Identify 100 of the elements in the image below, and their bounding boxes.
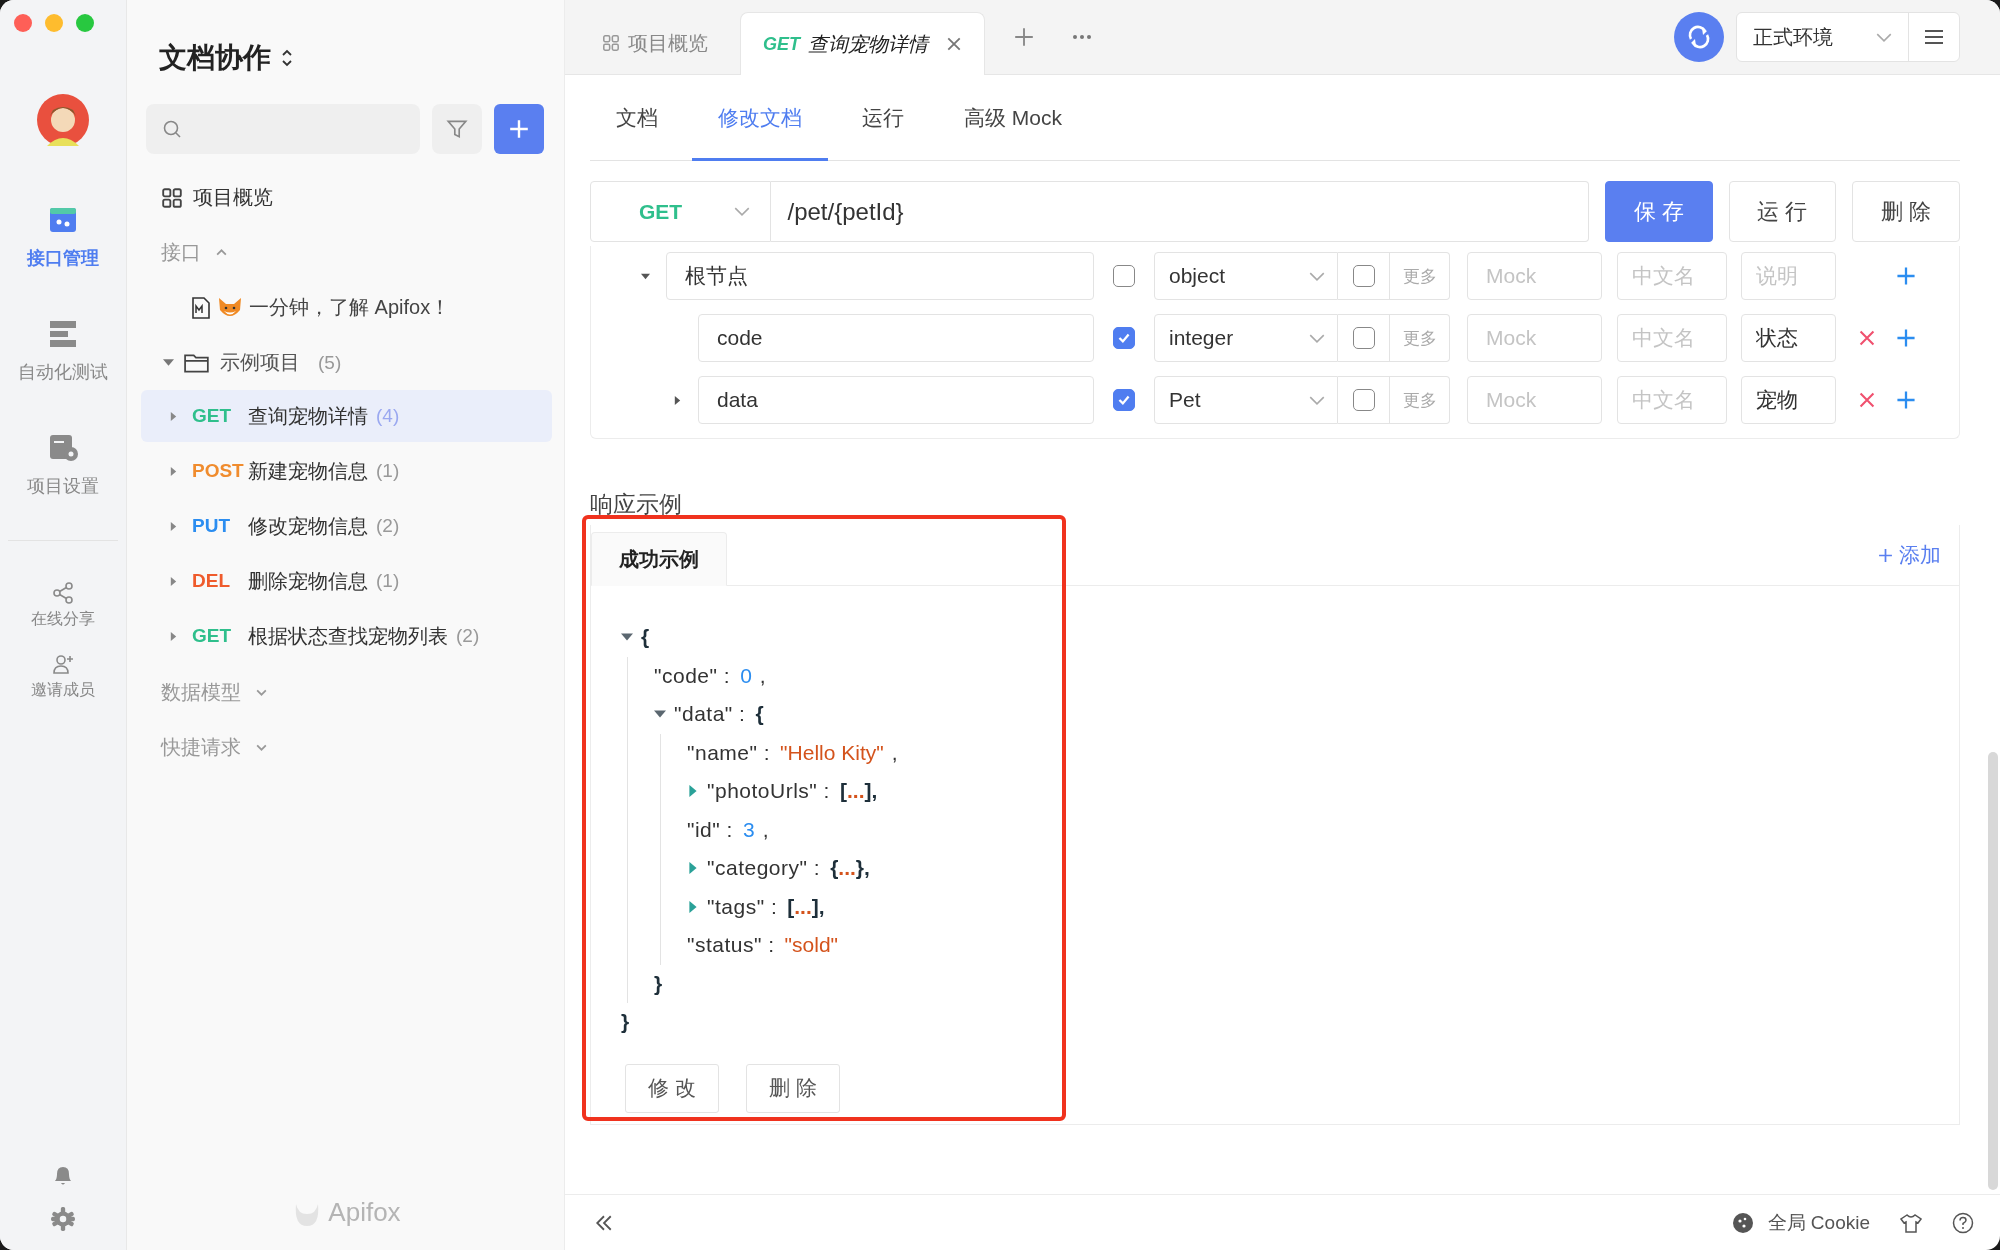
add-icon[interactable] (1896, 390, 1916, 410)
json-value: 0 (740, 663, 752, 688)
chevron-down-icon (734, 207, 751, 216)
edit-button[interactable]: 修 改 (625, 1063, 719, 1113)
shirt-icon[interactable] (1900, 1212, 1922, 1233)
json-comma: , (762, 817, 769, 842)
menu-icon (1924, 29, 1944, 45)
remove-icon[interactable] (1858, 329, 1876, 347)
json-comma: , (891, 740, 898, 765)
type-select[interactable]: object (1154, 252, 1338, 300)
endpoint-item[interactable]: PUT 修改宠物信息 (2) (141, 500, 552, 552)
close-window-button[interactable] (14, 14, 32, 32)
help-icon[interactable] (1952, 1211, 1974, 1234)
description-input[interactable]: 宠物 (1741, 376, 1836, 424)
caret-icon (169, 631, 178, 641)
required-checkbox[interactable] (1113, 327, 1135, 349)
collapsed-dots[interactable]: ... (846, 779, 865, 804)
add-icon[interactable] (1896, 328, 1916, 348)
add-user-icon (51, 652, 75, 676)
description-input[interactable]: 状态 (1741, 314, 1836, 362)
title-input[interactable]: 中文名 (1617, 314, 1727, 362)
collapsed-dots[interactable]: ... (838, 856, 856, 881)
switch-chevron-icon[interactable] (281, 48, 293, 68)
endpoint-item[interactable]: POST 新建宠物信息 (1) (141, 445, 552, 497)
sync-icon[interactable] (1674, 12, 1724, 62)
tab[interactable]: 高级 Mock (938, 104, 1088, 161)
share-icon (51, 581, 75, 605)
collapsed-dots[interactable]: ... (794, 894, 812, 919)
more-icon[interactable] (1071, 34, 1093, 40)
add-example-link[interactable]: 添加 (1878, 541, 1941, 569)
avatar[interactable] (37, 94, 89, 146)
tab[interactable]: GET 查询宠物详情 (740, 12, 985, 75)
json-brace: [ (787, 894, 795, 919)
remove-icon[interactable] (1858, 391, 1876, 409)
description-input[interactable]: 说明 (1741, 252, 1836, 300)
caret-icon (169, 576, 178, 586)
field-name-input[interactable]: 根节点 (666, 252, 1094, 300)
settings-icon[interactable] (50, 1206, 76, 1232)
json-brace: { (755, 702, 764, 727)
title-input[interactable]: 中文名 (1617, 376, 1727, 424)
json-value: "Hello Kity" (780, 740, 884, 765)
add-icon[interactable] (1896, 266, 1916, 286)
tab[interactable]: 文档 (590, 104, 684, 161)
expand-caret-icon[interactable] (687, 862, 699, 875)
close-icon[interactable] (946, 36, 962, 52)
required-checkbox[interactable] (1113, 265, 1135, 287)
json-key: "code" : (654, 663, 731, 688)
endpoint-item[interactable]: DEL 删除宠物信息 (1) (141, 555, 552, 607)
brand-name: Apifox (328, 1197, 401, 1228)
expand-caret-icon[interactable] (687, 900, 699, 913)
mock-input[interactable]: Mock (1467, 252, 1602, 300)
chevron-down-icon (1309, 333, 1325, 343)
filter-button[interactable] (432, 104, 482, 154)
delete-button[interactable]: 删 除 (1852, 181, 1960, 242)
collapse-caret-icon[interactable] (641, 271, 650, 281)
markdown-file-icon (191, 296, 211, 319)
maximize-window-button[interactable] (76, 14, 94, 32)
mock-input[interactable]: Mock (1467, 314, 1602, 362)
json-key: "status" : (687, 933, 775, 958)
chevron-down-icon (1309, 271, 1325, 281)
scrollbar[interactable] (1988, 752, 1998, 1190)
save-button[interactable]: 保 存 (1604, 181, 1713, 242)
tab[interactable]: 运行 (836, 104, 930, 161)
doc-item[interactable]: 一分钟，了解 Apifox！ (249, 294, 451, 321)
cookie-button[interactable]: 全局 Cookie (1731, 1209, 1870, 1236)
nullable-checkbox[interactable] (1352, 327, 1375, 349)
expand-caret-icon[interactable] (673, 395, 682, 405)
json-comma: , (759, 663, 766, 688)
delete-button[interactable]: 删 除 (746, 1063, 840, 1113)
title-input[interactable]: 中文名 (1617, 252, 1727, 300)
project-title[interactable]: 文档协作 (159, 39, 271, 77)
nullable-checkbox[interactable] (1352, 389, 1375, 411)
add-button[interactable] (494, 104, 544, 154)
url-field[interactable]: /pet/{petId} (771, 181, 1589, 242)
plus-icon (508, 118, 530, 140)
field-name-input[interactable]: code (698, 314, 1094, 362)
required-checkbox[interactable] (1113, 389, 1135, 411)
tab[interactable]: 修改文档 (692, 104, 828, 161)
cookie-icon (1731, 1211, 1754, 1234)
json-brace: } (621, 1010, 630, 1035)
folder-item[interactable]: 示例项目 (5) (141, 335, 552, 390)
type-select[interactable]: Pet (1154, 376, 1338, 424)
plus-icon (1878, 547, 1893, 563)
overview-item[interactable]: 项目概览 (141, 170, 273, 225)
chevron-down-icon (1309, 395, 1325, 405)
expand-caret-icon[interactable] (687, 785, 699, 798)
nullable-checkbox[interactable] (1352, 265, 1375, 287)
json-brace: { (641, 625, 650, 650)
search-field[interactable] (146, 104, 420, 154)
type-select[interactable]: integer (1154, 314, 1338, 362)
json-brace: ], (811, 894, 825, 919)
field-name-input[interactable]: data (698, 376, 1094, 424)
new-tab-icon[interactable] (1013, 26, 1035, 48)
endpoint-item[interactable]: GET 根据状态查找宠物列表 (2) (141, 610, 552, 662)
endpoint-item[interactable]: GET 查询宠物详情 (4) (141, 390, 552, 442)
tab[interactable]: 成功示例 (591, 532, 727, 586)
run-button[interactable]: 运 行 (1728, 181, 1837, 242)
mock-input[interactable]: Mock (1467, 376, 1602, 424)
collapse-sidebar-icon[interactable] (595, 1214, 613, 1231)
caret-icon (169, 411, 178, 421)
